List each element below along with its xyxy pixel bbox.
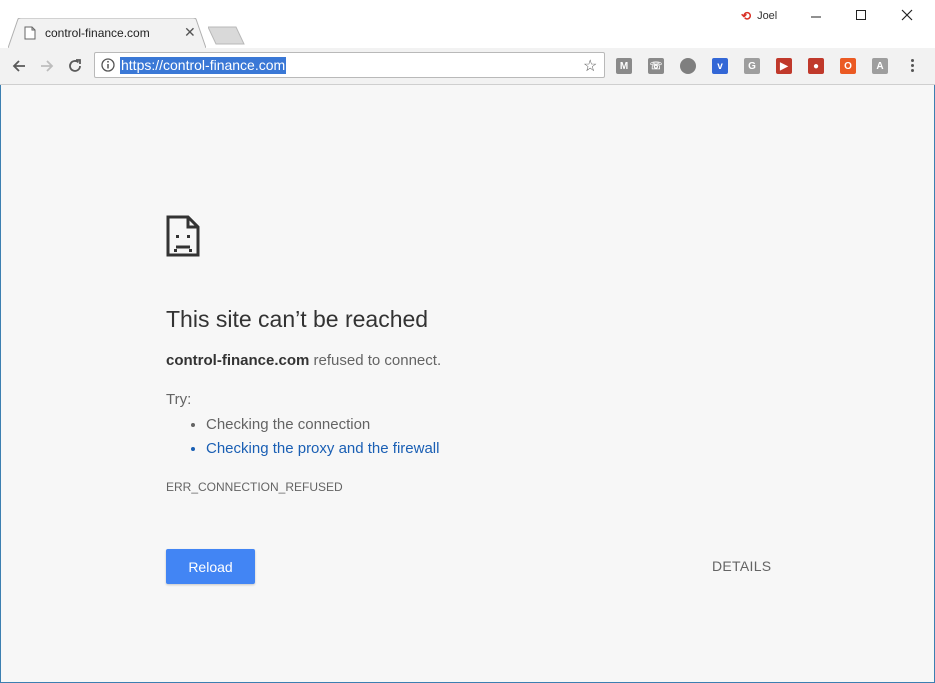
error-page: This site can’t be reached control-finan… [0,85,935,683]
minimize-button[interactable] [793,0,838,30]
office-icon[interactable]: O [840,58,856,74]
close-window-button[interactable] [884,0,929,30]
close-icon [901,9,912,21]
maximize-button[interactable] [838,0,883,30]
page-icon [24,26,36,40]
menu-button[interactable] [906,57,918,75]
tab-close-icon[interactable]: ✕ [184,25,196,39]
try-label: Try: [166,391,192,408]
map-pin-icon[interactable]: ● [808,58,824,74]
profile-sync-icon: ⟲ [741,9,752,23]
tab-title: control-finance.com [45,26,150,40]
url-text[interactable]: https://control-finance.com [120,57,287,74]
reload-button[interactable]: Reload [166,549,255,584]
profile-button[interactable]: ⟲ Joel [741,8,777,24]
refused-text: refused to connect. [309,352,442,369]
tab-control-finance[interactable]: control-finance.com ✕ [8,18,206,48]
suggestions-list: Checking the connection Checking the pro… [166,413,439,461]
error-code: ERR_CONNECTION_REFUSED [166,480,343,494]
profile-name: Joel [757,10,778,22]
info-icon[interactable] [101,58,115,72]
suggestion-proxy-firewall-link[interactable]: Checking the proxy and the firewall [206,437,439,461]
title-bar: control-finance.com ✕ ⟲ Joel [0,0,935,48]
minimize-icon [810,16,821,18]
back-button[interactable] [9,56,29,76]
speech-bubble-icon[interactable] [680,58,696,74]
suggestion-connection: Checking the connection [206,413,439,437]
address-bar[interactable]: https://control-finance.com ☆ [94,52,605,78]
gmail-icon[interactable]: M [616,58,632,74]
forward-button[interactable] [37,56,57,76]
reload-toolbar-button[interactable] [65,56,85,76]
chat-icon[interactable]: ☏ [648,58,664,74]
refresh-icon [69,59,81,72]
error-heading: This site can’t be reached [166,306,429,332]
g-icon[interactable]: G [744,58,760,74]
menu-dots-icon [910,59,914,62]
bookmark-star-icon[interactable]: ☆ [583,56,597,76]
refused-message: control-finance.com refused to connect. [166,352,441,369]
sad-page-icon [166,215,200,257]
details-button[interactable]: DETAILS [712,558,771,574]
error-host: control-finance.com [166,352,310,369]
forward-arrow-icon [41,60,54,72]
pdf-icon[interactable]: A [872,58,888,74]
toolbar: https://control-finance.com ☆ M ☏ v G ▶ ● O A [0,48,935,85]
film-icon[interactable]: ▶ [776,58,792,74]
maximize-icon [855,10,866,20]
v-icon[interactable]: v [712,58,728,74]
new-tab-button[interactable] [208,26,246,46]
back-arrow-icon [12,60,25,72]
